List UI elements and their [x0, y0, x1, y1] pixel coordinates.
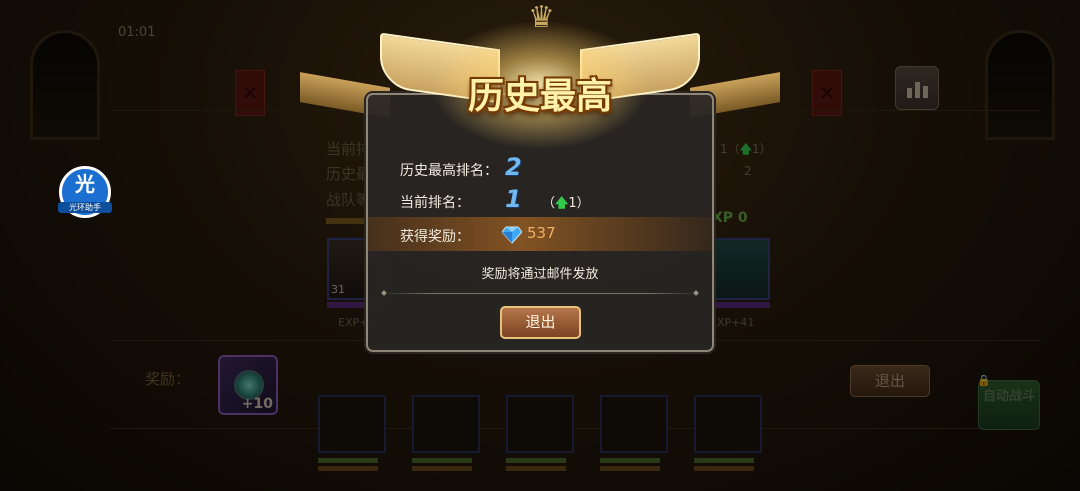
reward-label: 获得奖励：: [400, 229, 470, 245]
diamond-icon: [502, 226, 522, 244]
reward-value: 537: [527, 224, 556, 242]
current-rank-label: 当前排名：: [400, 195, 470, 211]
crown-icon: ♛: [528, 0, 555, 35]
exit-button[interactable]: 退出: [500, 306, 581, 339]
helper-icon: 光: [75, 172, 95, 196]
rank-change-open: （: [542, 196, 556, 211]
rank-change: （🡅1）: [542, 192, 590, 216]
helper-label: 光环助手: [58, 202, 112, 213]
current-rank-value: 1: [505, 185, 522, 213]
up-arrow-icon: 🡅: [555, 196, 569, 211]
mail-note: 奖励将通过邮件发放: [481, 267, 599, 282]
helper-float-button[interactable]: 光 光环助手: [58, 166, 112, 218]
rank-change-value: 1）: [568, 196, 590, 211]
best-rank-label: 历史最高排名：: [400, 163, 498, 179]
dialog-divider: [382, 293, 698, 294]
best-rank-value: 2: [505, 153, 522, 181]
dialog-title: 历史最高: [467, 76, 612, 117]
